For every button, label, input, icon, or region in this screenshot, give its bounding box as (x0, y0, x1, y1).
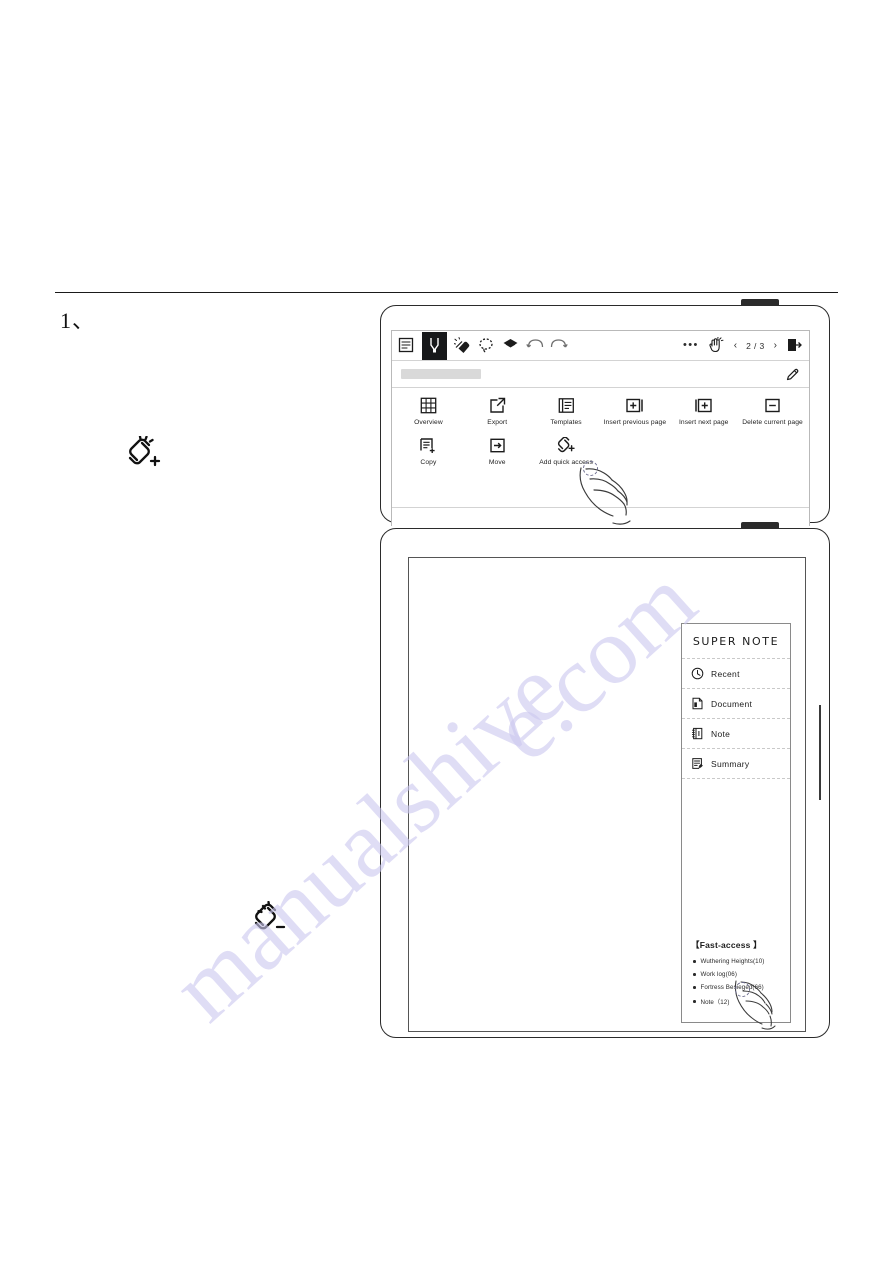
menu-item-move[interactable]: Move (463, 437, 532, 467)
next-page-button[interactable]: › (774, 340, 777, 351)
tap-indicator (735, 982, 750, 997)
exit-icon[interactable] (786, 337, 803, 354)
menu-label: Overview (414, 419, 443, 426)
sidebar-item-note[interactable]: Note (682, 719, 790, 749)
add-quick-access-icon (556, 437, 576, 454)
pen-tool-icon[interactable] (422, 331, 447, 360)
menu-item-templates[interactable]: Templates (532, 397, 601, 427)
redo-icon[interactable] (550, 337, 568, 354)
bullet-icon (693, 1000, 696, 1003)
menu-label: Copy (420, 459, 437, 467)
export-icon (489, 397, 506, 414)
document-icon (691, 697, 704, 710)
fast-access-label: Work log(06) (700, 971, 738, 978)
page-options-menu: Overview Export Templates Insert previou… (392, 388, 809, 468)
menu-label: Export (487, 419, 508, 426)
editor-toolbar: ••• ‹ 2 / 3 › (392, 331, 809, 361)
note-icon (691, 727, 704, 740)
sidebar-item-document[interactable]: Document (682, 689, 790, 719)
bullet-icon (693, 973, 696, 976)
menu-label: Templates (550, 419, 582, 426)
menu-row-1: Overview Export Templates Insert previou… (394, 397, 807, 427)
hand-gesture-icon[interactable] (708, 337, 725, 354)
move-icon (489, 437, 506, 454)
page-indicator: 2 / 3 (746, 340, 765, 351)
device2-screen: SUPER NOTE Recent Document Note Summary … (408, 557, 806, 1032)
menu-label: Insert previous page (603, 419, 667, 426)
sidebar-item-label: Note (711, 728, 731, 739)
delete-current-page-icon (764, 397, 781, 414)
fast-access-title: 【Fast-access 】 (691, 940, 762, 950)
menu-label: Move (488, 459, 506, 467)
sidebar-item-label: Summary (711, 758, 750, 769)
menu-item-delete-current-page[interactable]: Delete current page (738, 397, 807, 427)
sidebar-item-recent[interactable]: Recent (682, 659, 790, 689)
super-note-panel: SUPER NOTE Recent Document Note Summary … (681, 623, 791, 1023)
step-number: 1、 (60, 308, 96, 333)
sidebar-item-label: Recent (711, 668, 740, 679)
fast-access-label: Note（12) (700, 999, 730, 1006)
menu-item-overview[interactable]: Overview (394, 397, 463, 427)
summary-icon (691, 757, 704, 770)
note-title-bar (392, 361, 809, 388)
list-item[interactable]: Work log(06) (691, 971, 782, 978)
clock-icon (691, 667, 704, 680)
insert-next-page-icon (694, 397, 713, 414)
grid-overview-icon (420, 397, 437, 414)
link-plus-icon (126, 436, 164, 470)
note-title-value[interactable] (401, 369, 481, 379)
menu-item-copy[interactable]: Copy (394, 437, 463, 467)
pencil-icon[interactable] (785, 367, 800, 382)
menu-icon[interactable] (398, 337, 415, 354)
tap-indicator (583, 461, 598, 476)
menu-item-insert-next-page[interactable]: Insert next page (669, 397, 738, 427)
horizontal-rule (55, 292, 838, 293)
toolbar-right-group: ••• ‹ 2 / 3 › (683, 337, 803, 354)
sidebar-item-summary[interactable]: Summary (682, 749, 790, 779)
device2-power-button (741, 522, 779, 529)
menu-item-export[interactable]: Export (463, 397, 532, 427)
sidebar-item-label: Document (711, 698, 753, 709)
undo-icon[interactable] (526, 337, 544, 354)
list-item[interactable]: Wuthering Heights(10) (691, 958, 782, 965)
menu-label: Insert next page (678, 419, 729, 426)
insert-previous-page-icon (625, 397, 644, 414)
more-options-button[interactable]: ••• (683, 340, 699, 351)
templates-icon (558, 397, 575, 414)
link-minus-icon (252, 901, 290, 935)
device2-edge-indicator (819, 705, 821, 800)
copy-icon (419, 437, 437, 454)
lasso-select-icon[interactable] (478, 337, 495, 354)
toolbar-left-group (398, 331, 568, 360)
shape-fill-icon[interactable] (502, 337, 519, 354)
device1-power-button (741, 299, 779, 306)
bullet-icon (693, 986, 696, 989)
bullet-icon (693, 960, 696, 963)
fast-access-label: Wuthering Heights(10) (700, 958, 765, 965)
menu-label: Delete current page (742, 419, 803, 426)
prev-page-button[interactable]: ‹ (734, 340, 737, 351)
menu-item-insert-previous-page[interactable]: Insert previous page (600, 397, 669, 427)
eraser-icon[interactable] (454, 337, 471, 354)
super-note-title: SUPER NOTE (682, 624, 790, 659)
